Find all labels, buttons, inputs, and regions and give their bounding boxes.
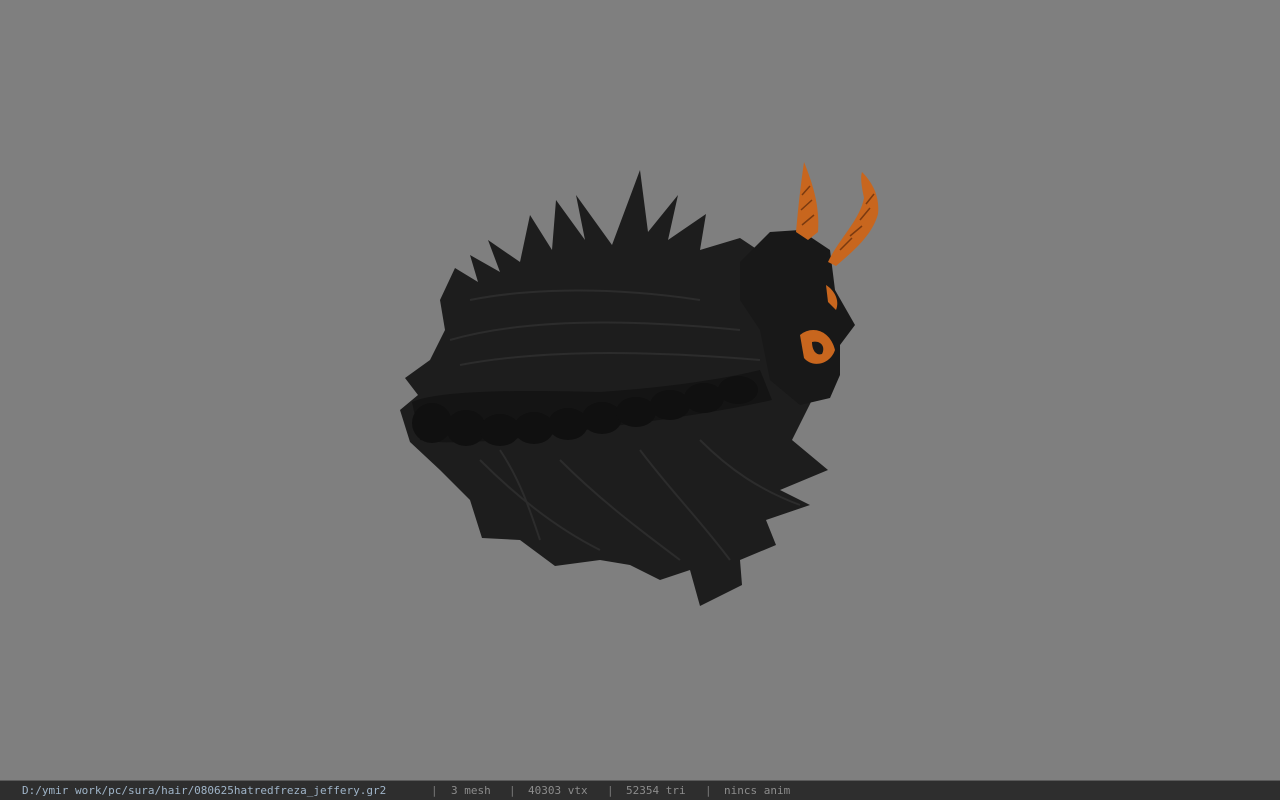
3d-viewport[interactable]	[0, 0, 1280, 780]
separator: |	[607, 784, 614, 797]
separator: |	[509, 784, 516, 797]
mesh-count: 3 mesh	[451, 784, 491, 797]
vertex-count: 40303 vtx	[528, 784, 588, 797]
hair-mesh	[400, 170, 828, 606]
separator: |	[431, 784, 438, 797]
triangle-count: 52354 tri	[626, 784, 686, 797]
animation-status: nincs anim	[724, 784, 791, 797]
file-path: D:/ymir work/pc/sura/hair/080625hatredfr…	[22, 784, 387, 797]
model-render	[400, 162, 879, 606]
status-bar: D:/ymir work/pc/sura/hair/080625hatredfr…	[0, 780, 1280, 800]
separator: |	[705, 784, 712, 797]
